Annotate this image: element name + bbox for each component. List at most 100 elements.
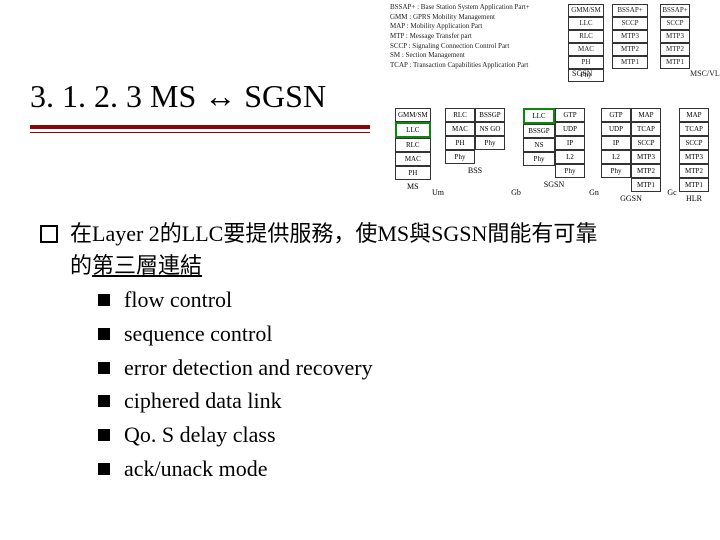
- abbrev-list: BSSAP+ : Base Station System Application…: [390, 4, 560, 72]
- protocol-node: RLCMACPHPhy BSSGPNS GOPhy: [445, 108, 505, 164]
- sub-bullet-3: ciphered data link: [98, 385, 670, 417]
- sub-bullet-text: ack/unack mode: [124, 453, 268, 485]
- solid-square-icon: [98, 463, 110, 475]
- abbrev-line: MAP : Mobility Application Part: [390, 23, 560, 31]
- stack-cell: IP: [555, 136, 585, 150]
- stack-cell: SCCP: [660, 17, 690, 30]
- rule-thick: [30, 125, 370, 129]
- stack-cell: BSSGP: [475, 108, 505, 122]
- stack-cell: LLC: [568, 17, 604, 30]
- stack-cell: LLC: [523, 108, 555, 124]
- stack-cell: NS: [523, 138, 555, 152]
- protocol-column: GMM/SMLLCRLCMACPHMS: [395, 108, 431, 191]
- stack-cell: MTP2: [612, 43, 648, 56]
- stack-cell: TCAP: [631, 122, 661, 136]
- stack-cell: LLC: [395, 122, 431, 138]
- stack-cell: Phy: [601, 164, 631, 178]
- sub-bullet-2: error detection and recovery: [98, 352, 670, 384]
- stack-cell: BSSGP: [523, 124, 555, 138]
- solid-square-icon: [98, 362, 110, 374]
- title-underline: [30, 125, 370, 133]
- stack-cell: PH: [445, 136, 475, 150]
- sub-bullet-text: error detection and recovery: [124, 352, 373, 384]
- stack-cell: SCCP: [631, 136, 661, 150]
- stack-cell: IP: [601, 136, 631, 150]
- solid-square-icon: [98, 395, 110, 407]
- stack-cell: MTP3: [612, 30, 648, 43]
- node-label: SGSN: [523, 180, 585, 189]
- stack-cell: SCCP: [612, 17, 648, 30]
- stack-cell: L2: [601, 150, 631, 164]
- bullet-1-line2-ul: 第三層連結: [92, 253, 202, 278]
- solid-square-icon: [98, 429, 110, 441]
- sub-bullet-4: Qo. S delay class: [98, 419, 670, 451]
- rule-thin: [30, 132, 370, 133]
- stack-cell: Phy: [555, 164, 585, 178]
- node-label: BSS: [445, 166, 505, 175]
- stack-cell: PH: [395, 166, 431, 180]
- stack-cell: RLC: [395, 138, 431, 152]
- stack-cell: MTP1: [612, 56, 648, 69]
- stack-cell: UDP: [555, 122, 585, 136]
- interface-label: Um: [431, 188, 445, 197]
- stack-cell: Phy: [523, 152, 555, 166]
- interface-label: Gc: [665, 188, 679, 197]
- stack-cell: RLC: [445, 108, 475, 122]
- sub-bullet-1: sequence control: [98, 318, 670, 350]
- abbrev-line: MTP : Message Transfer part: [390, 33, 560, 41]
- sub-bullet-5: ack/unack mode: [98, 453, 670, 485]
- abbrev-line: SCCP : Signaling Connection Control Part: [390, 43, 560, 51]
- node-label-sgsn: SGSN: [572, 70, 592, 79]
- stack-cell: GTP: [601, 108, 631, 122]
- stack-cell: MTP2: [631, 164, 661, 178]
- stack-cell: MTP2: [660, 43, 690, 56]
- protocol-column: LLCBSSGPNSPhyGTPUDPIPL2PhySGSN: [523, 108, 585, 189]
- body: 在Layer 2的LLC要提供服務，使MS與SGSN間能有可靠 的第三層連結 f…: [40, 218, 670, 487]
- protocol-column: RLCMACPHPhy BSSGPNS GOPhy BSS: [445, 108, 505, 175]
- stack-cell: PH: [568, 56, 604, 69]
- interface-label: Gn: [587, 188, 601, 197]
- stack-mscvlr: BSSAP+SCCPMTP3MTP2MTP1: [660, 4, 690, 69]
- stack-cell: MTP3: [679, 150, 709, 164]
- stack-cell: Phy: [445, 150, 475, 164]
- solid-square-icon: [98, 294, 110, 306]
- stack-cell: MAC: [395, 152, 431, 166]
- sub-bullet-text: Qo. S delay class: [124, 419, 276, 451]
- node-label: HLR: [679, 194, 709, 203]
- stack-sgsn-right: BSSAP+SCCPMTP3MTP2MTP1: [612, 4, 648, 69]
- stack-cell: Phy: [475, 136, 505, 150]
- protocol-node: LLCBSSGPNSPhyGTPUDPIPL2Phy: [523, 108, 585, 178]
- abbrev-line: TCAP : Transaction Capabilities Applicat…: [390, 62, 560, 70]
- abbrev-line: BSSAP+ : Base Station System Application…: [390, 4, 560, 12]
- stack-cell: MAC: [445, 122, 475, 136]
- slide: 3. 1. 2. 3 MS ↔ SGSN BSSAP+ : Base Stati…: [0, 0, 720, 540]
- stack-cell: MTP3: [631, 150, 661, 164]
- stack-cell: GMM/SM: [395, 108, 431, 122]
- sub-bullet-text: sequence control: [124, 318, 272, 350]
- title-block: 3. 1. 2. 3 MS ↔ SGSN: [30, 78, 390, 133]
- node-label: GGSN: [601, 194, 661, 203]
- hollow-square-icon: [40, 225, 58, 243]
- stack-cell: MTP2: [679, 164, 709, 178]
- stack-cell: MTP1: [679, 178, 709, 192]
- bullet-1-line2-pre: 的: [70, 253, 92, 278]
- protocol-node: GTPUDPIPL2PhyMAPTCAPSCCPMTP3MTP2MTP1: [601, 108, 661, 192]
- sub-bullet-text: flow control: [124, 284, 232, 316]
- stack-cell: MAP: [679, 108, 709, 122]
- stack-cell: GTP: [555, 108, 585, 122]
- stack-cell: NS GO: [475, 122, 505, 136]
- protocol-node: GMM/SMLLCRLCMACPH: [395, 108, 431, 180]
- slide-title: 3. 1. 2. 3 MS ↔ SGSN: [30, 78, 390, 115]
- stack-cell: RLC: [568, 30, 604, 43]
- interface-label: Gb: [509, 188, 523, 197]
- abbrev-line: SM : Section Management: [390, 52, 560, 60]
- protocol-column: MAPTCAPSCCPMTP3MTP2MTP1HLR: [679, 108, 709, 203]
- sub-bullet-list: flow controlsequence controlerror detect…: [98, 284, 670, 485]
- stack-cell: BSSAP+: [612, 4, 648, 17]
- stack-cell: BSSAP+: [660, 4, 690, 17]
- sub-bullet-text: ciphered data link: [124, 385, 282, 417]
- stack-cell: TCAP: [679, 122, 709, 136]
- sub-bullet-0: flow control: [98, 284, 670, 316]
- stack-cell: MTP3: [660, 30, 690, 43]
- abbrev-line: GMM : GPRS Mobility Management: [390, 14, 560, 22]
